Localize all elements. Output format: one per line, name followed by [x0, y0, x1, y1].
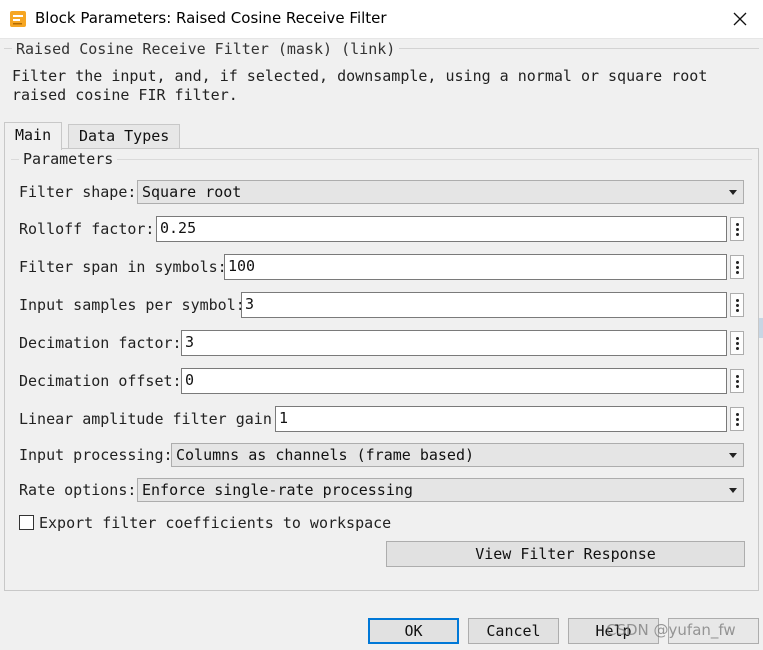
filter-shape-value: Square root — [142, 183, 242, 201]
sps-row: Input samples per symbol: — [19, 292, 245, 318]
sps-label: Input samples per symbol: — [19, 296, 245, 314]
mask-description-group: Raised Cosine Receive Filter (mask) (lin… — [4, 40, 759, 114]
export-row: Export filter coefficients to workspace — [39, 510, 391, 536]
decimation-offset-input[interactable]: 0 — [181, 368, 727, 394]
filter-shape-row: Filter shape: — [19, 179, 136, 205]
parameters-group: Parameters Filter shape: Square root Rol… — [11, 150, 752, 587]
window-title: Block Parameters: Raised Cosine Receive … — [35, 9, 387, 27]
sps-options-button[interactable] — [730, 293, 744, 317]
more-vertical-icon — [735, 412, 739, 416]
more-vertical-icon — [735, 222, 739, 226]
tab-main[interactable]: Main — [4, 122, 63, 150]
span-input[interactable]: 100 — [224, 254, 727, 280]
input-processing-label: Input processing: — [19, 446, 173, 464]
export-coefficients-checkbox[interactable] — [19, 515, 34, 530]
mask-header: Raised Cosine Receive Filter (mask) (lin… — [12, 40, 400, 58]
gain-input[interactable]: 1 — [275, 406, 727, 432]
gain-options-button[interactable] — [730, 407, 744, 431]
rate-options-label: Rate options: — [19, 481, 137, 499]
more-vertical-icon — [735, 336, 739, 340]
sps-input[interactable]: 3 — [241, 292, 727, 318]
tab-data-types[interactable]: Data Types — [68, 124, 181, 148]
rolloff-input[interactable]: 0.25 — [156, 216, 727, 242]
decimation-factor-options-button[interactable] — [730, 331, 744, 355]
rolloff-options-button[interactable] — [730, 217, 744, 241]
span-label: Filter span in symbols: — [19, 258, 227, 276]
span-row: Filter span in symbols: — [19, 254, 227, 280]
decimation-factor-row: Decimation factor: — [19, 330, 182, 356]
cancel-button[interactable]: Cancel — [468, 618, 559, 644]
export-coefficients-label[interactable]: Export filter coefficients to workspace — [39, 514, 391, 532]
filter-shape-label: Filter shape: — [19, 183, 137, 201]
more-vertical-icon — [735, 298, 739, 302]
chevron-down-icon — [729, 453, 737, 458]
more-vertical-icon — [735, 260, 739, 264]
decimation-offset-label: Decimation offset: — [19, 372, 182, 390]
mask-description: Filter the input, and, if selected, down… — [12, 67, 708, 104]
span-options-button[interactable] — [730, 255, 744, 279]
filter-shape-dropdown[interactable]: Square root — [137, 180, 744, 204]
rate-options-row: Rate options: — [19, 477, 136, 503]
close-button[interactable] — [717, 0, 763, 38]
decimation-offset-row: Decimation offset: — [19, 368, 182, 394]
simulink-icon — [10, 11, 26, 27]
tab-bar: Main Data Types — [4, 122, 759, 150]
input-processing-dropdown[interactable]: Columns as channels (frame based) — [171, 443, 744, 467]
decimation-factor-input[interactable]: 3 — [181, 330, 727, 356]
gain-row: Linear amplitude filter gain: — [19, 406, 281, 432]
input-processing-row: Input processing: — [19, 442, 173, 468]
decimation-offset-options-button[interactable] — [730, 369, 744, 393]
rate-options-value: Enforce single-rate processing — [142, 481, 413, 499]
parameters-legend: Parameters — [19, 150, 118, 168]
gain-label: Linear amplitude filter gain: — [19, 410, 281, 428]
title-bar: Block Parameters: Raised Cosine Receive … — [0, 0, 763, 39]
watermark: CSDN @yufan_fw — [606, 621, 736, 639]
rate-options-dropdown[interactable]: Enforce single-rate processing — [137, 478, 744, 502]
main-tab-panel: Parameters Filter shape: Square root Rol… — [4, 148, 759, 591]
chevron-down-icon — [729, 190, 737, 195]
rolloff-row: Rolloff factor: — [19, 216, 154, 242]
decimation-factor-label: Decimation factor: — [19, 334, 182, 352]
input-processing-value: Columns as channels (frame based) — [176, 446, 475, 464]
more-vertical-icon — [735, 374, 739, 378]
window-edge — [759, 318, 763, 338]
view-filter-response-button[interactable]: View Filter Response — [386, 541, 745, 567]
rolloff-label: Rolloff factor: — [19, 220, 155, 238]
ok-button[interactable]: OK — [368, 618, 459, 644]
close-icon — [733, 12, 747, 26]
chevron-down-icon — [729, 488, 737, 493]
